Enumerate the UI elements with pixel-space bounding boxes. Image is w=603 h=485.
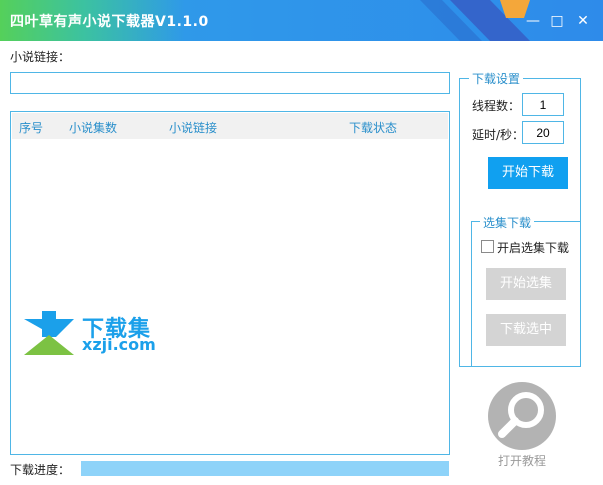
table-header: 序号 小说集数 小说链接 下载状态: [12, 113, 448, 139]
column-index[interactable]: 序号: [19, 119, 43, 136]
progress-label: 下载进度：: [10, 463, 71, 477]
novel-link-input[interactable]: [10, 72, 450, 94]
threads-label: 线程数：: [472, 99, 521, 113]
title-bar: 四叶草有声小说下载器V1.1.0 — □ ✕: [0, 0, 603, 41]
minimize-button[interactable]: —: [524, 12, 542, 30]
window-title: 四叶草有声小说下载器V1.1.0: [10, 14, 209, 30]
link-label: 小说链接：: [10, 50, 71, 64]
column-novel-link[interactable]: 小说链接: [169, 119, 217, 136]
download-progress-bar: [81, 461, 449, 476]
watermark-logo-icon: [24, 311, 74, 355]
watermark-domain: xzji.com: [82, 335, 156, 354]
delay-label: 延时/秒：: [472, 128, 525, 142]
enable-selection-label[interactable]: 开启选集下载: [497, 239, 569, 256]
selection-download-title: 选集下载: [480, 214, 535, 231]
threads-input[interactable]: [522, 93, 564, 116]
maximize-button[interactable]: □: [548, 12, 566, 30]
start-download-button[interactable]: 开始下载: [488, 157, 568, 189]
column-episode-count[interactable]: 小说集数: [69, 119, 117, 136]
download-selected-button[interactable]: 下载选中: [486, 314, 566, 346]
delay-input[interactable]: [522, 121, 564, 144]
magnifier-icon[interactable]: [486, 380, 558, 452]
episode-table[interactable]: 序号 小说集数 小说链接 下载状态: [10, 111, 450, 455]
enable-selection-checkbox[interactable]: [481, 240, 494, 253]
close-button[interactable]: ✕: [574, 12, 592, 30]
start-selection-button[interactable]: 开始选集: [486, 268, 566, 300]
open-tutorial-label[interactable]: 打开教程: [498, 452, 546, 469]
download-settings-title: 下载设置: [469, 70, 524, 87]
column-download-status[interactable]: 下载状态: [349, 119, 397, 136]
